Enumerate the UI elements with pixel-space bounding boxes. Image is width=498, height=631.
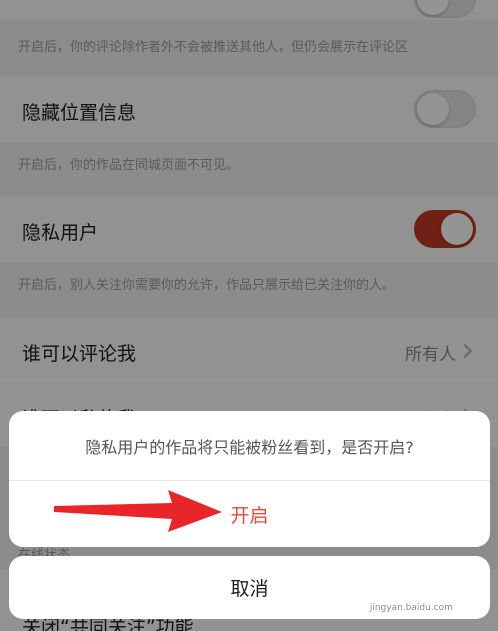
- baidu-watermark-logo: Bai经验 jingyan.baidu.com: [370, 575, 468, 613]
- arrow-shape: [54, 490, 222, 532]
- watermark-sub: jingyan.baidu.com: [369, 603, 453, 613]
- dialog-message: 隐私用户的作品将只能被粉丝看到，是否开启?: [9, 411, 490, 481]
- annotation-arrow-icon: [54, 490, 222, 532]
